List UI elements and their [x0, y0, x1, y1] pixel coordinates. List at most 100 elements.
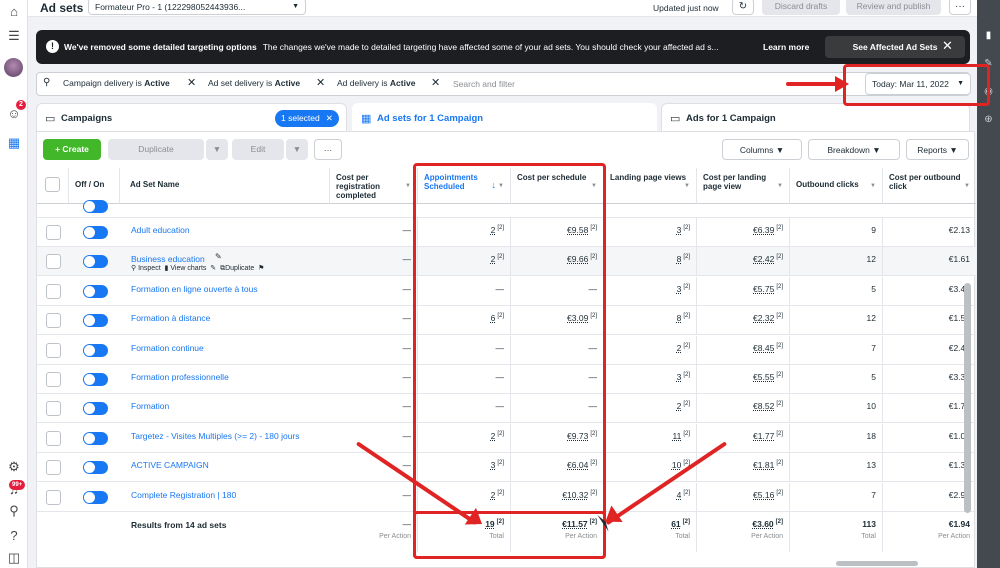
- filter-chip-ad[interactable]: Ad delivery is Active: [337, 78, 415, 88]
- duplicate-dropdown[interactable]: ▼: [206, 139, 228, 160]
- tab-ads[interactable]: ▭ Ads for 1 Campaign: [661, 103, 970, 131]
- adset-name-link[interactable]: Complete Registration | 180: [131, 490, 236, 500]
- adset-name-link[interactable]: Adult education: [131, 225, 190, 235]
- total-sub: Per Action: [938, 533, 970, 540]
- close-icon[interactable]: ✕: [326, 113, 333, 123]
- toggle-switch[interactable]: [83, 226, 108, 239]
- toggle-switch[interactable]: [83, 255, 108, 269]
- breakdown-button[interactable]: Breakdown ▼: [808, 139, 900, 160]
- account-selector[interactable]: Formateur Pro - 1 (122298052443936... ▼: [88, 0, 306, 15]
- more-button[interactable]: ···: [314, 139, 342, 160]
- total-value: —: [402, 519, 412, 529]
- pencil-icon[interactable]: ✎: [210, 265, 216, 272]
- row-checkbox[interactable]: [46, 489, 61, 505]
- adset-name-link[interactable]: Formation à distance: [131, 313, 210, 323]
- header-cpr[interactable]: Cost per registration completed ▼: [330, 168, 418, 204]
- bar-chart-icon[interactable]: ▮: [982, 30, 995, 43]
- total-value: €3.60 [2]: [752, 519, 783, 529]
- adset-name-link[interactable]: Formation continue: [131, 343, 204, 353]
- row-checkbox[interactable]: [46, 313, 61, 329]
- cell-oc: 12: [790, 247, 883, 276]
- cell-lpv: 10 [2]: [604, 453, 697, 482]
- duplicate-action[interactable]: ⧉Duplicate: [220, 265, 254, 272]
- header-cpoc[interactable]: Cost per outbound click ▼: [883, 168, 976, 204]
- menu-icon[interactable]: ☰: [5, 27, 23, 45]
- columns-button[interactable]: Columns ▼: [722, 139, 802, 160]
- cell-value: 13: [866, 460, 876, 471]
- header-name[interactable]: Ad Set Name: [120, 168, 330, 204]
- toggle-switch[interactable]: [83, 314, 108, 328]
- adset-name-link[interactable]: Formation professionnelle: [131, 372, 229, 382]
- refresh-button[interactable]: ↻: [732, 0, 754, 15]
- toggle-switch[interactable]: [83, 490, 108, 504]
- filter-chip-campaign[interactable]: Campaign delivery is Active: [63, 78, 170, 88]
- adset-name-link[interactable]: Formation en ligne ouverte à tous: [131, 284, 258, 294]
- row-checkbox[interactable]: [46, 372, 61, 387]
- create-button[interactable]: + Create: [43, 139, 101, 160]
- row-checkbox[interactable]: [46, 460, 61, 476]
- gear-icon[interactable]: ⚙: [5, 458, 23, 476]
- value: 2: [676, 342, 682, 353]
- info-icon: !: [46, 40, 59, 53]
- pencil-icon[interactable]: ✎: [215, 252, 222, 261]
- toggle-switch[interactable]: [83, 461, 108, 475]
- home-icon[interactable]: ⌂: [5, 2, 23, 20]
- adset-name-link[interactable]: ACTIVE CAMPAIGN: [131, 460, 209, 470]
- inspect-action[interactable]: ⚲ Inspect: [131, 265, 161, 272]
- row-checkbox[interactable]: [46, 401, 61, 417]
- adset-name-link[interactable]: Business education: [131, 254, 205, 264]
- cell-value: €8.45 [2]: [753, 342, 783, 353]
- total-value: €1.94: [948, 519, 970, 529]
- edit-button[interactable]: Edit: [232, 139, 284, 160]
- reports-button[interactable]: Reports ▼: [906, 139, 969, 160]
- vertical-scrollbar[interactable]: [964, 283, 971, 513]
- zoom-icon[interactable]: ⊕: [982, 114, 995, 127]
- pin-icon[interactable]: ⚑: [258, 265, 264, 272]
- header-onoff[interactable]: Off / On: [69, 168, 120, 204]
- toggle-switch[interactable]: [83, 343, 108, 357]
- tab-adsets[interactable]: ▦ Ad sets for 1 Campaign: [352, 103, 657, 132]
- toggle-switch[interactable]: [83, 373, 108, 386]
- close-icon[interactable]: ✕: [431, 76, 440, 89]
- select-all-checkbox[interactable]: [45, 177, 60, 192]
- close-icon[interactable]: ✕: [187, 76, 196, 89]
- help-icon[interactable]: ?: [5, 526, 23, 544]
- close-icon[interactable]: ✕: [942, 38, 953, 54]
- row-checkbox[interactable]: [46, 225, 61, 240]
- toggle-switch[interactable]: [83, 200, 108, 213]
- table-icon[interactable]: ▦: [5, 134, 23, 152]
- duplicate-button[interactable]: Duplicate: [108, 139, 204, 160]
- duplicate-label: Duplicate: [225, 265, 255, 273]
- review-publish-button[interactable]: Review and publish: [846, 0, 941, 15]
- discard-drafts-button[interactable]: Discard drafts: [762, 0, 840, 15]
- avatar[interactable]: [4, 58, 23, 77]
- row-checkbox[interactable]: [46, 283, 61, 299]
- learn-more-link[interactable]: Learn more: [763, 42, 809, 52]
- header-lpv[interactable]: Landing page views ▼: [604, 168, 697, 204]
- value: €1.77: [753, 430, 775, 441]
- toggle-switch[interactable]: [83, 431, 108, 445]
- cell-value: 8 [2]: [676, 254, 690, 265]
- search-icon[interactable]: ⚲: [5, 502, 23, 520]
- edit-dropdown[interactable]: ▼: [286, 139, 308, 160]
- adset-name-link[interactable]: Targetez - Visites Multiples (>= 2) - 18…: [131, 431, 300, 441]
- filter-chip-adset[interactable]: Ad set delivery is Active: [208, 78, 300, 88]
- panel-icon[interactable]: ◫: [5, 549, 23, 567]
- more-options-button[interactable]: ···: [949, 0, 971, 15]
- view-charts-action[interactable]: ▮ View charts: [165, 265, 207, 272]
- search-input[interactable]: Search and filter: [453, 79, 515, 89]
- selected-pill[interactable]: 1 selected ✕: [275, 110, 339, 127]
- cell-cpoc: €1.70: [883, 394, 976, 422]
- row-checkbox[interactable]: [46, 430, 61, 446]
- header-oc[interactable]: Outbound clicks ▼: [790, 168, 883, 204]
- horizontal-scrollbar[interactable]: [836, 561, 918, 566]
- header-cplpv[interactable]: Cost per landing page view ▼: [697, 168, 790, 204]
- close-icon[interactable]: ✕: [316, 76, 325, 89]
- toggle-switch[interactable]: [83, 402, 108, 416]
- row-checkbox[interactable]: [46, 342, 61, 358]
- adset-name-link[interactable]: Formation: [131, 401, 169, 411]
- toggle-switch[interactable]: [83, 284, 108, 298]
- row-checkbox[interactable]: [46, 254, 61, 270]
- value: €8.45: [753, 342, 775, 353]
- cell-cplpv: €5.55 [2]: [697, 365, 790, 393]
